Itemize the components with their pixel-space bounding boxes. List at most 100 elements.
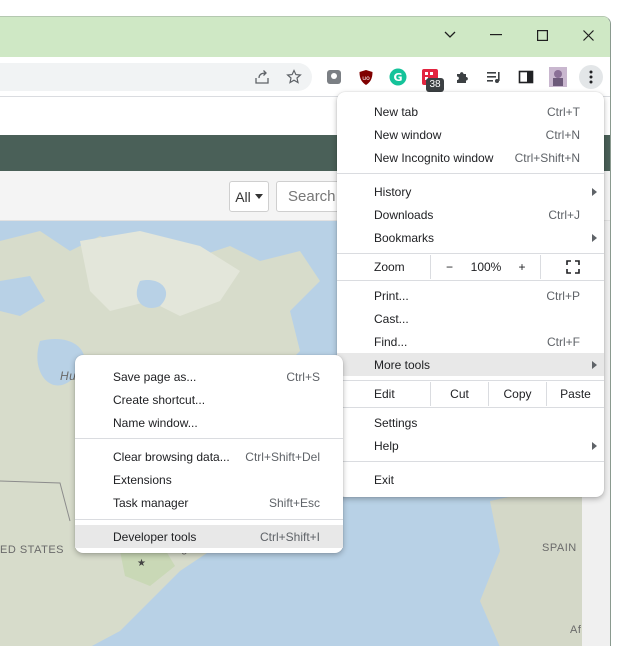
- svg-text:G: G: [394, 71, 403, 84]
- menu-item-more-tools[interactable]: More tools: [337, 353, 604, 376]
- maximize-button[interactable]: [520, 21, 564, 49]
- menu-separator: [337, 407, 604, 408]
- zoom-in-icon: +: [518, 260, 526, 274]
- menu-item-shortcut: Ctrl+J: [548, 207, 580, 222]
- menu-item-label: Cast...: [374, 311, 409, 326]
- reading-list-button[interactable]: [483, 66, 505, 88]
- map-label-africa: Af: [570, 624, 582, 636]
- menu-item-help[interactable]: Help: [337, 434, 604, 457]
- menu-separator: [337, 280, 604, 281]
- edit-cut-button[interactable]: Cut: [430, 382, 488, 406]
- share-icon: [255, 70, 269, 84]
- menu-item-settings[interactable]: Settings: [337, 411, 604, 434]
- menu-item-clear-browsing-data[interactable]: Clear browsing data... Ctrl+Shift+Del: [75, 445, 343, 468]
- menu-item-name-window[interactable]: Name window...: [75, 411, 343, 434]
- zoom-level: 100%: [468, 255, 504, 279]
- menu-item-shortcut: Ctrl+N: [545, 127, 580, 142]
- close-window-button[interactable]: [566, 21, 610, 49]
- submenu-arrow-icon: [592, 187, 597, 196]
- svg-text:uo: uo: [362, 75, 370, 82]
- edit-copy-label: Copy: [503, 387, 532, 401]
- tab-search-button[interactable]: [428, 21, 472, 49]
- menu-item-shortcut: Shift+Esc: [268, 495, 320, 510]
- menu-item-shortcut: Ctrl+P: [546, 288, 580, 303]
- menu-item-label: Exit: [374, 472, 395, 487]
- fullscreen-button[interactable]: [540, 255, 604, 279]
- menu-item-label: More tools: [374, 357, 431, 372]
- menu-item-find[interactable]: Find... Ctrl+F: [337, 330, 604, 353]
- menu-separator: [337, 461, 604, 462]
- side-panel-icon: [518, 70, 534, 84]
- menu-item-extensions[interactable]: Extensions: [75, 468, 343, 491]
- map-label-hudson: Hu: [60, 369, 77, 383]
- fullscreen-icon: [565, 260, 580, 274]
- menu-item-developer-tools[interactable]: Developer tools Ctrl+Shift+I: [75, 525, 343, 548]
- menu-item-downloads[interactable]: Downloads Ctrl+J: [337, 203, 604, 226]
- zoom-in-button[interactable]: +: [504, 255, 540, 279]
- browser-toolbar: uo G: [0, 57, 610, 97]
- menu-separator: [75, 519, 343, 520]
- menu-item-label: Create shortcut...: [113, 392, 206, 407]
- reading-list-icon: [487, 72, 500, 83]
- extension-badge: 38: [426, 78, 444, 92]
- menu-item-label: Extensions: [113, 472, 172, 487]
- extension-grey-button[interactable]: [323, 66, 345, 88]
- menu-item-task-manager[interactable]: Task manager Shift+Esc: [75, 491, 343, 514]
- edit-paste-button[interactable]: Paste: [546, 382, 604, 406]
- map-label-spain: SPAIN: [542, 542, 577, 554]
- menu-item-cast[interactable]: Cast...: [337, 307, 604, 330]
- menu-item-label: Print...: [374, 288, 409, 303]
- menu-item-shortcut: Ctrl+Shift+Del: [245, 449, 320, 464]
- minimize-button[interactable]: [474, 21, 518, 49]
- scope-select-value: All: [235, 188, 251, 205]
- menu-separator: [337, 380, 604, 381]
- zoom-value: 100%: [470, 260, 502, 274]
- menu-item-history[interactable]: History: [337, 180, 604, 203]
- search-placeholder: Search: [288, 188, 336, 205]
- zoom-out-button[interactable]: −: [430, 255, 468, 279]
- menu-item-label: Clear browsing data...: [113, 449, 230, 464]
- menu-item-label: Name window...: [113, 415, 198, 430]
- menu-item-exit[interactable]: Exit: [337, 468, 604, 491]
- menu-item-print[interactable]: Print... Ctrl+P: [337, 284, 604, 307]
- menu-item-new-tab[interactable]: New tab Ctrl+T: [337, 100, 604, 123]
- screen: uo G All Search Hu ED STATES ★ SPAIN Af …: [0, 0, 627, 646]
- menu-item-new-window[interactable]: New window Ctrl+N: [337, 123, 604, 146]
- menu-item-label: Find...: [374, 334, 408, 349]
- extensions-button[interactable]: [451, 66, 473, 88]
- ublock-button[interactable]: uo: [355, 66, 377, 88]
- more-menu-button[interactable]: [579, 65, 603, 89]
- side-panel-button[interactable]: [515, 66, 537, 88]
- chevron-down-icon: [444, 31, 456, 38]
- extension-grey-icon: [327, 70, 341, 84]
- grammarly-button[interactable]: G: [387, 66, 409, 88]
- bookmark-button[interactable]: [283, 66, 305, 88]
- zoom-out-icon: −: [445, 260, 453, 274]
- capital-star-icon: ★: [137, 558, 147, 569]
- maximize-icon: [536, 29, 548, 41]
- share-button[interactable]: [251, 66, 273, 88]
- profile-avatar-icon: [549, 67, 567, 87]
- menu-item-new-incognito[interactable]: New Incognito window Ctrl+Shift+N: [337, 146, 604, 169]
- map-label-united-states: ED STATES: [0, 544, 64, 556]
- menu-item-label: Downloads: [374, 207, 434, 222]
- menu-item-label: Edit: [374, 387, 395, 401]
- submenu-arrow-icon: [592, 360, 597, 369]
- menu-item-label: Help: [374, 438, 399, 453]
- profile-button[interactable]: [547, 66, 569, 88]
- close-icon: [582, 29, 594, 41]
- menu-item-save-page[interactable]: Save page as... Ctrl+S: [75, 365, 343, 388]
- menu-item-label: New window: [374, 127, 442, 142]
- menu-item-shortcut: Ctrl+T: [547, 104, 580, 119]
- menu-item-label: Save page as...: [113, 369, 197, 384]
- edit-copy-button[interactable]: Copy: [488, 382, 546, 406]
- submenu-arrow-icon: [592, 233, 597, 242]
- menu-item-label: History: [374, 184, 412, 199]
- menu-item-bookmarks[interactable]: Bookmarks: [337, 226, 604, 249]
- menu-item-create-shortcut[interactable]: Create shortcut...: [75, 388, 343, 411]
- more-menu-icon: [589, 70, 593, 84]
- scope-select[interactable]: All: [229, 181, 269, 212]
- menu-item-label: New Incognito window: [374, 150, 494, 165]
- menu-separator: [337, 253, 604, 254]
- edit-paste-label: Paste: [560, 387, 591, 401]
